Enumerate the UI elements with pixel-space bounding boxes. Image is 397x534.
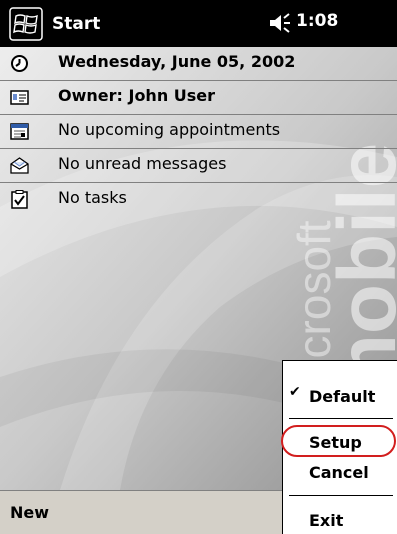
menu-item-exit-label: Exit — [309, 511, 344, 530]
setup-highlight-outline — [281, 425, 396, 457]
envelope-icon — [10, 157, 29, 174]
menu-item-cancel[interactable]: Cancel — [283, 457, 397, 487]
start-label: Start — [52, 13, 101, 34]
today-item-tasks[interactable]: No tasks — [0, 183, 397, 216]
menu-item-exit[interactable]: Exit — [283, 505, 397, 534]
title-bar: Start 1:08 — [0, 0, 397, 47]
today-item-owner[interactable]: Owner: John User — [0, 81, 397, 114]
calendar-icon — [10, 123, 29, 140]
speaker-icon[interactable] — [268, 12, 292, 34]
start-button[interactable]: Start — [0, 0, 150, 47]
windows-flag-icon — [9, 6, 43, 41]
today-item-inbox[interactable]: No unread messages — [0, 149, 397, 182]
menu-separator — [289, 418, 393, 419]
today-item-calendar[interactable]: No upcoming appointments — [0, 115, 397, 148]
new-button[interactable]: New — [10, 503, 49, 522]
check-mark-icon: ✔ — [289, 384, 301, 400]
clock-time[interactable]: 1:08 — [296, 11, 338, 31]
date-text: Wednesday, June 05, 2002 — [58, 52, 296, 71]
appointments-text: No upcoming appointments — [58, 120, 281, 139]
menu-item-cancel-label: Cancel — [309, 463, 369, 482]
menu-item-default-label: Default — [309, 387, 376, 406]
clock-icon — [11, 55, 28, 72]
owner-card-icon — [10, 90, 29, 105]
tasks-text: No tasks — [58, 188, 127, 207]
owner-text: Owner: John User — [58, 86, 216, 105]
checkbox-icon — [11, 190, 28, 209]
menu-separator — [289, 495, 393, 496]
today-item-date[interactable]: Wednesday, June 05, 2002 — [0, 47, 397, 80]
pocket-pc-today-screen: Microsoft mobile Start 1:08 Wednesday, J… — [0, 0, 397, 534]
menu-item-default[interactable]: ✔ Default — [283, 381, 397, 411]
messages-text: No unread messages — [58, 154, 227, 173]
